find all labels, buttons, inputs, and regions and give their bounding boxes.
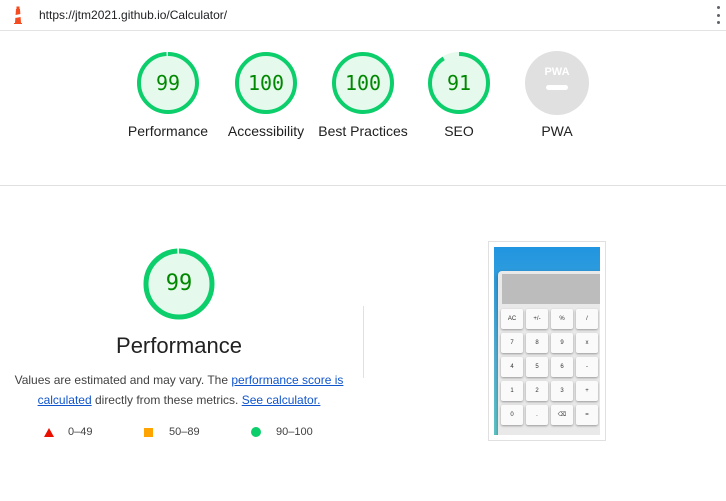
lighthouse-icon (14, 6, 22, 24)
calculator-key: AC (501, 309, 523, 329)
performance-score: 99 (165, 271, 193, 296)
gauge-best-practices[interactable]: 100 Best Practices (317, 50, 409, 141)
performance-score-gauge: 99 (142, 247, 216, 321)
performance-title: Performance (116, 333, 242, 358)
gauge-pwa[interactable]: PWA PWA (512, 50, 602, 141)
calculator-key: 3 (551, 381, 573, 401)
desc-text: Values are estimated and may vary. The (14, 373, 232, 387)
gauge-label: SEO (444, 123, 474, 139)
calculator-key: 8 (526, 333, 548, 353)
calculator-display (502, 274, 600, 304)
section-divider (0, 185, 726, 186)
calculator-key: 4 (501, 357, 523, 377)
calculator-key: + (576, 381, 598, 401)
gauge-score: 100 (247, 71, 285, 95)
legend-average: 50–89 (144, 426, 200, 438)
pwa-badge-text: PWA (544, 66, 569, 78)
calculator-key: 7 (501, 333, 523, 353)
calculator-key: 0 (501, 405, 523, 425)
calculator-key: ⌫ (551, 405, 573, 425)
gauge-label: Best Practices (318, 123, 408, 139)
final-screenshot-thumbnail[interactable]: AC +/-%/ 7 8 9 x 4 5 6- 1 2 3 +0. ⌫ = (488, 241, 606, 441)
see-calculator-link[interactable]: See calculator. (242, 393, 321, 407)
calculator-key: 9 (551, 333, 573, 353)
calculator-key: x (576, 333, 598, 353)
calculator-key: . (526, 405, 548, 425)
gauge-score: 99 (155, 71, 181, 95)
calculator-key: 6 (551, 357, 573, 377)
gauge-score: 91 (446, 71, 472, 95)
calculator-keypad: AC +/-%/ 7 8 9 x 4 5 6- 1 2 3 +0. ⌫ = (501, 309, 600, 425)
calculator-key: % (551, 309, 573, 329)
calculator-key: 5 (526, 357, 548, 377)
pwa-badge-icon: PWA (525, 51, 589, 115)
vertical-divider (363, 306, 364, 378)
gauge-label: Accessibility (227, 123, 305, 139)
legend-fail-label: 0–49 (68, 426, 93, 438)
calculator-preview: AC +/-%/ 7 8 9 x 4 5 6- 1 2 3 +0. ⌫ = (498, 271, 600, 435)
gauge-seo[interactable]: 91 SEO (414, 50, 504, 141)
gauge-score: 100 (344, 71, 382, 95)
calculator-key: +/- (526, 309, 548, 329)
calculator-key: / (576, 309, 598, 329)
gauge-label: Performance (127, 123, 209, 139)
calculator-key: 2 (526, 381, 548, 401)
legend-pass-label: 90–100 (276, 426, 313, 438)
gauge-accessibility[interactable]: 100 Accessibility (216, 50, 316, 141)
legend-fail: 0–49 (44, 426, 92, 438)
circle-icon (251, 427, 261, 437)
triangle-icon (44, 427, 54, 437)
desc-text: directly from these metrics. (91, 393, 242, 407)
square-icon (144, 427, 153, 437)
kebab-menu-icon[interactable] (715, 6, 721, 24)
calculator-key: - (576, 357, 598, 377)
calculator-key: 1 (501, 381, 523, 401)
gauge-performance[interactable]: 99 Performance (118, 50, 218, 141)
address-bar: https://jtm2021.github.io/Calculator/ (0, 0, 726, 31)
page-url[interactable]: https://jtm2021.github.io/Calculator/ (39, 8, 227, 22)
legend-average-label: 50–89 (169, 426, 200, 438)
screenshot-image: AC +/-%/ 7 8 9 x 4 5 6- 1 2 3 +0. ⌫ = (494, 247, 600, 435)
legend-pass: 90–100 (251, 426, 313, 438)
gauge-label: PWA (541, 123, 573, 139)
performance-description: Values are estimated and may vary. The p… (14, 370, 344, 410)
calculator-key: = (576, 405, 598, 425)
